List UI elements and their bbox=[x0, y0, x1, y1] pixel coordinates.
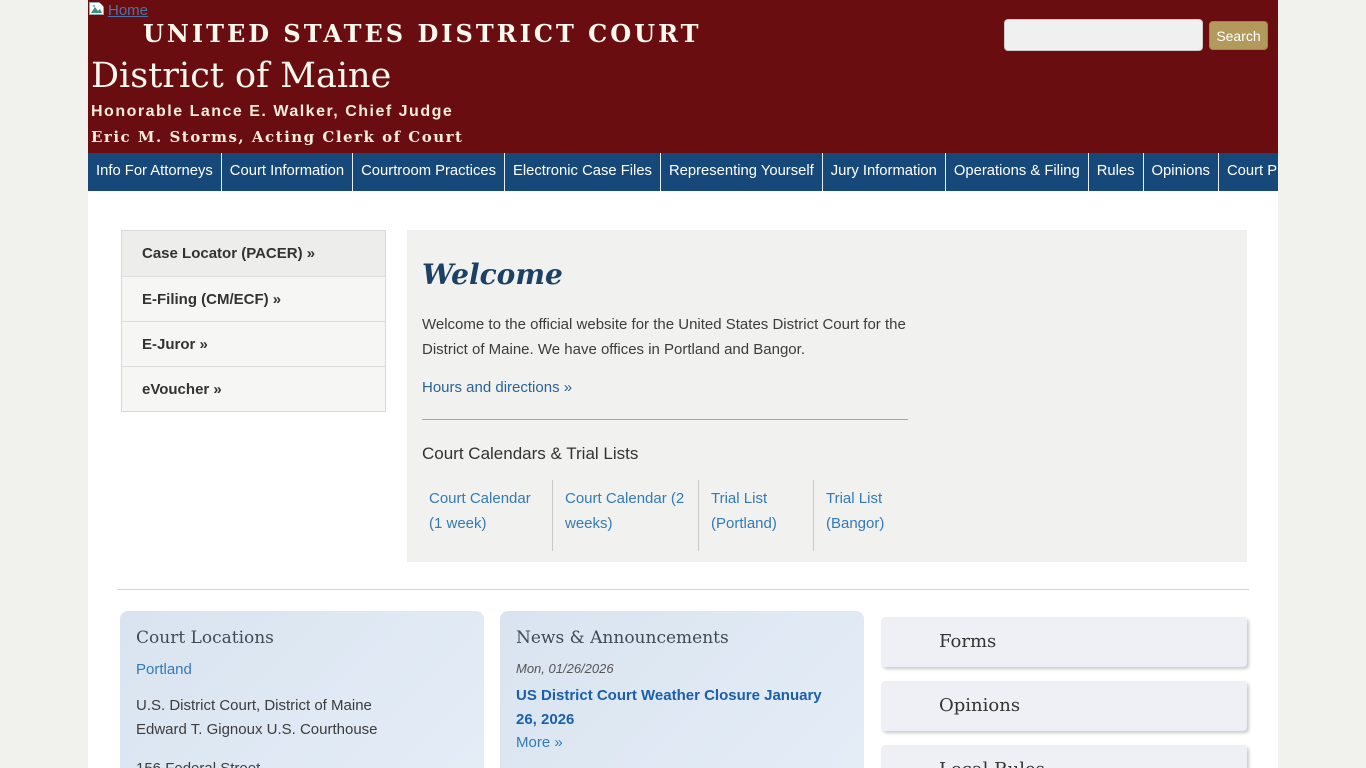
welcome-panel: Welcome Welcome to the official website … bbox=[407, 230, 1247, 562]
calendar-links-row: Court Calendar (1 week) Court Calendar (… bbox=[429, 480, 1247, 551]
home-link-label: Home bbox=[108, 2, 148, 19]
chief-judge-line: Honorable Lance E. Walker, Chief Judge bbox=[91, 103, 453, 121]
address-line: 156 Federal Street bbox=[136, 757, 468, 768]
address-line: Edward T. Gignoux U.S. Courthouse bbox=[136, 718, 468, 742]
calendars-title: Court Calendars & Trial Lists bbox=[422, 444, 1247, 464]
nav-item-opinions[interactable]: Opinions bbox=[1144, 153, 1219, 191]
nav-item-court-information[interactable]: Court Information bbox=[222, 153, 353, 191]
welcome-text: Welcome to the official website for the … bbox=[422, 313, 914, 363]
news-date: Mon, 01/26/2026 bbox=[516, 661, 848, 676]
nav-item-court-photos[interactable]: Court Photos bbox=[1219, 153, 1278, 191]
trial-list-portland-link[interactable]: Trial List (Portland) bbox=[698, 480, 813, 551]
quick-links-column: Forms Opinions Local Rules bbox=[881, 617, 1247, 768]
portland-link[interactable]: Portland bbox=[136, 661, 192, 678]
welcome-divider bbox=[422, 419, 908, 420]
nav-item-info-for-attorneys[interactable]: Info For Attorneys bbox=[88, 153, 222, 191]
portland-address: U.S. District Court, District of Maine E… bbox=[136, 694, 468, 768]
news-more-link[interactable]: More » bbox=[516, 734, 563, 751]
hours-directions-link[interactable]: Hours and directions » bbox=[422, 379, 572, 396]
court-calendar-2-weeks-link[interactable]: Court Calendar (2 weeks) bbox=[552, 480, 698, 551]
trial-list-bangor-link[interactable]: Trial List (Bangor) bbox=[813, 480, 925, 551]
forms-link[interactable]: Forms bbox=[881, 617, 1247, 667]
sidebar-item-evoucher[interactable]: eVoucher » bbox=[122, 366, 385, 411]
clerk-line: Eric M. Storms, Acting Clerk of Court bbox=[91, 128, 463, 146]
address-line: U.S. District Court, District of Maine bbox=[136, 694, 468, 718]
news-headline-link[interactable]: US District Court Weather Closure Januar… bbox=[516, 684, 836, 732]
local-rules-link[interactable]: Local Rules bbox=[881, 745, 1247, 768]
search-input[interactable] bbox=[1004, 19, 1203, 51]
court-name-heading: UNITED STATES DISTRICT COURT bbox=[143, 19, 701, 48]
court-locations-title: Court Locations bbox=[136, 628, 468, 648]
footer-divider bbox=[117, 589, 1249, 590]
nav-item-courtroom-practices[interactable]: Courtroom Practices bbox=[353, 153, 505, 191]
page: Home UNITED STATES DISTRICT COURT Distri… bbox=[0, 0, 1366, 768]
site-header: Home UNITED STATES DISTRICT COURT Distri… bbox=[88, 0, 1278, 153]
main-nav: Info For Attorneys Court Information Cou… bbox=[88, 153, 1278, 191]
court-locations-box: Court Locations Portland U.S. District C… bbox=[120, 611, 484, 768]
services-sidebar: Case Locator (PACER) » E-Filing (CM/ECF)… bbox=[121, 230, 386, 412]
nav-item-jury-information[interactable]: Jury Information bbox=[823, 153, 946, 191]
welcome-title: Welcome bbox=[422, 258, 1247, 291]
court-calendar-1-week-link[interactable]: Court Calendar (1 week) bbox=[429, 480, 552, 551]
broken-image-icon bbox=[89, 2, 108, 21]
opinions-link[interactable]: Opinions bbox=[881, 681, 1247, 731]
sidebar-item-efiling-cmecf[interactable]: E-Filing (CM/ECF) » bbox=[122, 276, 385, 321]
site-wrapper: Home UNITED STATES DISTRICT COURT Distri… bbox=[88, 0, 1278, 768]
home-link[interactable]: Home bbox=[89, 2, 148, 21]
search-button[interactable]: Search bbox=[1209, 21, 1268, 50]
sidebar-item-case-locator-pacer[interactable]: Case Locator (PACER) » bbox=[122, 231, 385, 276]
nav-item-rules[interactable]: Rules bbox=[1089, 153, 1144, 191]
nav-item-electronic-case-files[interactable]: Electronic Case Files bbox=[505, 153, 661, 191]
news-title: News & Announcements bbox=[516, 628, 848, 648]
nav-item-operations-filing[interactable]: Operations & Filing bbox=[946, 153, 1089, 191]
sidebar-item-ejuror[interactable]: E-Juror » bbox=[122, 321, 385, 366]
district-name-heading: District of Maine bbox=[91, 56, 391, 96]
news-announcements-box: News & Announcements Mon, 01/26/2026 US … bbox=[500, 611, 864, 768]
nav-item-representing-yourself[interactable]: Representing Yourself bbox=[661, 153, 823, 191]
